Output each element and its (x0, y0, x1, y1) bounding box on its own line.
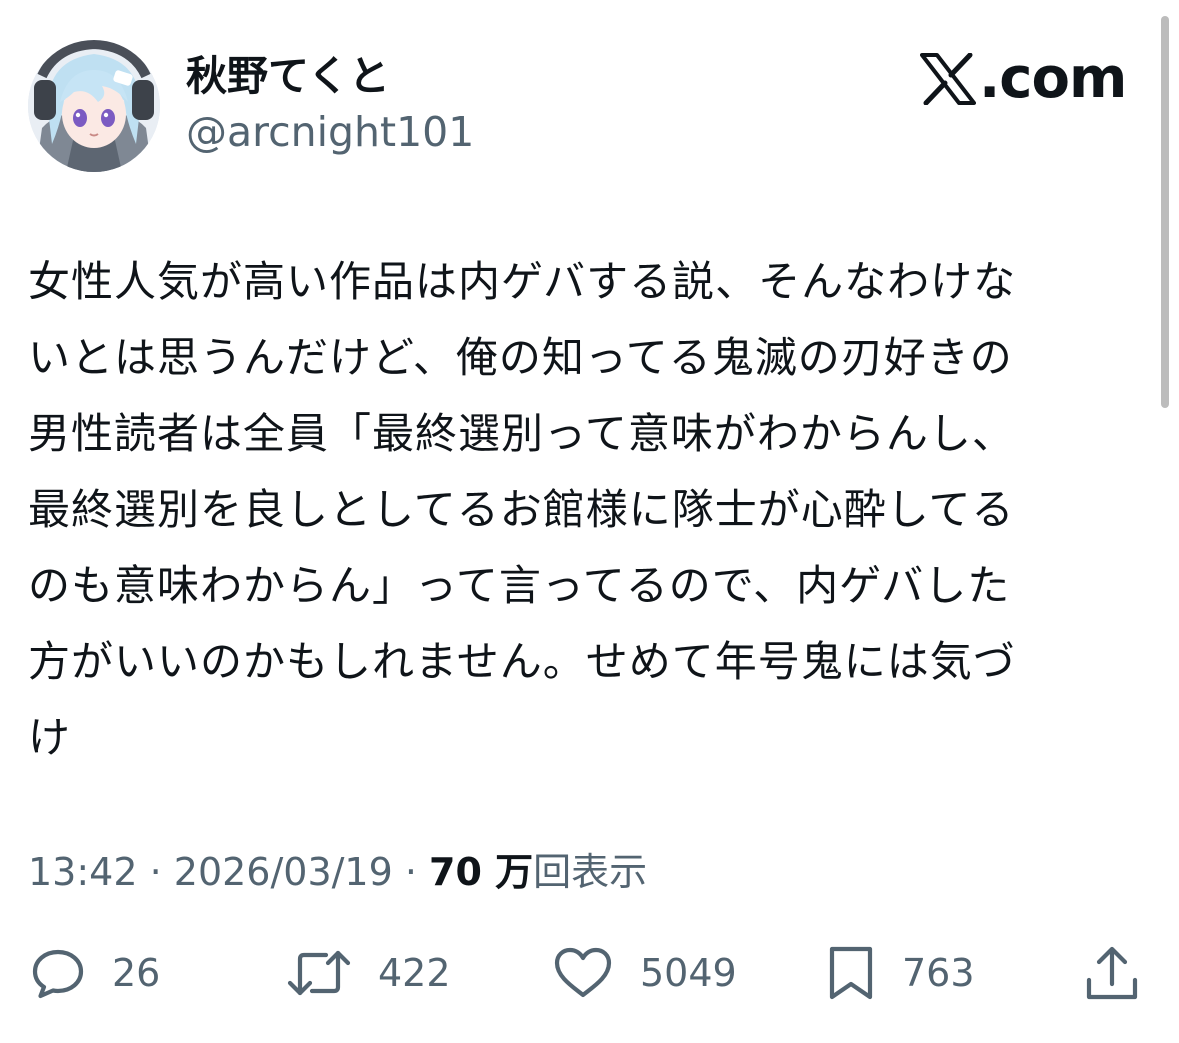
tweet-text-line: け (28, 713, 72, 762)
tweet-text-line: 方がいいのかもしれません。せめて年号鬼には気づ (28, 637, 1016, 686)
avatar[interactable] (28, 40, 160, 172)
tweet-text: 女性人気が高い作品は内ゲバする説、そんなわけな いとは思うんだけど、俺の知ってる… (28, 244, 1138, 776)
meta-separator: · (392, 850, 430, 894)
action-bar: 26 422 5049 763 (0, 940, 1179, 1006)
bookmark-count: 763 (902, 951, 975, 995)
tweet-date[interactable]: 2026/03/19 (174, 850, 393, 894)
share-icon (1086, 946, 1138, 1000)
bookmark-button[interactable]: 763 (826, 940, 975, 1006)
reply-count: 26 (112, 951, 161, 995)
avatar-anime-character-icon (28, 40, 160, 172)
like-button[interactable]: 5049 (552, 940, 737, 1006)
tweet-text-line: 最終選別を良しとしてるお館様に隊士が心酔してる (28, 485, 1015, 534)
reply-icon (32, 949, 84, 999)
tweet-time[interactable]: 13:42 (28, 850, 138, 894)
bookmark-icon (829, 946, 873, 1000)
views-count: 70 万 (429, 850, 534, 894)
scrollbar[interactable] (1161, 16, 1169, 408)
tweet-text-line: 男性読者は全員「最終選別って意味がわからんし、 (28, 409, 1015, 458)
repost-button[interactable]: 422 (286, 940, 451, 1006)
share-button[interactable] (1084, 940, 1140, 1006)
heart-icon (554, 947, 612, 998)
repost-count: 422 (378, 951, 451, 995)
reply-button[interactable]: 26 (30, 940, 160, 1006)
x-com-logo: .com (920, 46, 1127, 112)
x-logo-text: .com (979, 46, 1127, 111)
views-label: 回表示 (533, 850, 648, 894)
x-logo-icon (920, 53, 976, 105)
meta-separator: · (137, 850, 174, 894)
like-count: 5049 (640, 951, 737, 995)
tweet-text-line: いとは思うんだけど、俺の知ってる鬼滅の刃好きの (28, 333, 1013, 382)
tweet-text-line: 女性人気が高い作品は内ゲバする説、そんなわけな (28, 257, 1017, 306)
author-display-name[interactable]: 秋野てくと (186, 50, 390, 102)
repost-icon (287, 950, 351, 996)
author-handle[interactable]: @arcnight101 (186, 106, 474, 158)
tweet-meta: 13:42 · 2026/03/19 · 70 万回表示 (28, 846, 647, 898)
tweet-text-line: のも意味わからん」って言ってるので、内ゲバした (28, 561, 1011, 610)
